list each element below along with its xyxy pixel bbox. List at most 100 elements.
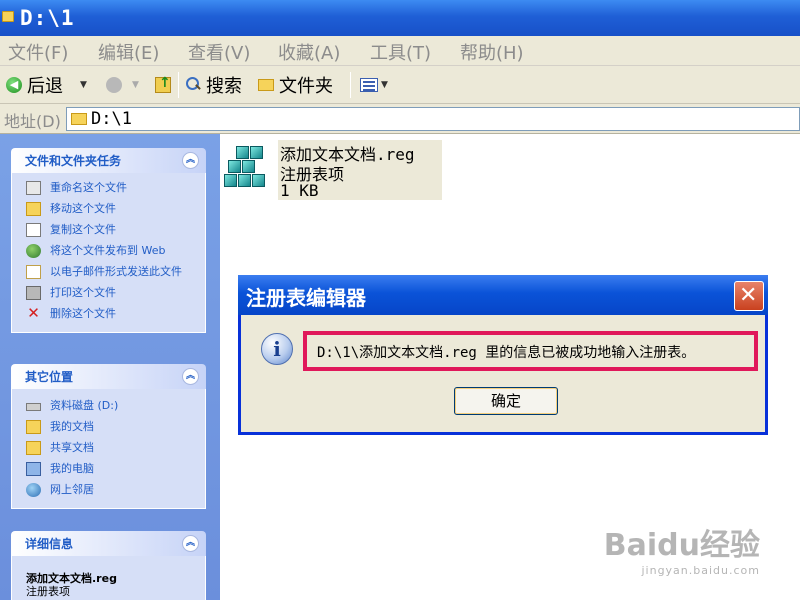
place-label: 网上邻居 (50, 483, 94, 496)
window-title: D:\1 (20, 6, 75, 30)
search-icon (186, 77, 202, 93)
email-icon (26, 265, 41, 279)
chevron-down-icon: ▼ (132, 80, 139, 90)
info-icon: i (261, 333, 293, 365)
menu-view[interactable]: 查看(V) (188, 39, 250, 65)
task-email[interactable]: 以电子邮件形式发送此文件 (12, 263, 205, 284)
up-button[interactable] (155, 66, 171, 104)
collapse-chevron-icon[interactable]: ︽ (182, 535, 199, 552)
search-label: 搜索 (206, 76, 242, 97)
place-label: 资料磁盘 (D:) (50, 399, 119, 412)
forward-dropdown[interactable]: ▼ (132, 66, 139, 104)
watermark: Baidu经验 jingyan.baidu.com (604, 520, 760, 577)
back-arrow-icon: ◀ (6, 77, 22, 93)
watermark-logo: Baidu经验 (603, 528, 760, 563)
panel-header[interactable]: 详细信息 ︽ (11, 531, 206, 556)
details-file-name: 添加文本文档.reg (26, 572, 117, 585)
publish-web-icon (26, 244, 41, 258)
chevron-down-icon: ▼ (80, 80, 87, 90)
views-button[interactable]: ▼ (360, 66, 388, 104)
registry-editor-dialog: 注册表编辑器 ✕ i D:\1\添加文本文档.reg 里的信息已被成功地输入注册… (238, 275, 768, 435)
toolbar-separator (350, 72, 351, 98)
task-label: 删除这个文件 (50, 307, 116, 320)
file-tasks-panel: 文件和文件夹任务 ︽ 重命名这个文件 移动这个文件 复制这个文件 将这个文件发布… (11, 148, 206, 333)
task-label: 移动这个文件 (50, 202, 116, 215)
address-bar: 地址(D) D:\1 (0, 104, 800, 134)
delete-icon: ✕ (27, 304, 40, 322)
registry-file-icon (222, 144, 272, 194)
menu-favorites[interactable]: 收藏(A) (278, 39, 340, 65)
back-button[interactable]: ◀ 后退 (6, 66, 63, 104)
back-label: 后退 (27, 76, 63, 97)
dialog-title-bar[interactable]: 注册表编辑器 ✕ (238, 275, 768, 315)
dialog-message: D:\1\添加文本文档.reg 里的信息已被成功地输入注册表。 (317, 345, 696, 361)
address-label: 地址(D) (4, 112, 61, 131)
toolbar: ◀ 后退 ▼ ▼ 搜索 文件夹 ▼ (0, 66, 800, 104)
task-move[interactable]: 移动这个文件 (12, 200, 205, 221)
panel-header[interactable]: 文件和文件夹任务 ︽ (11, 148, 206, 173)
panel-title: 详细信息 (25, 537, 74, 551)
menu-bar: 文件(F) 编辑(E) 查看(V) 收藏(A) 工具(T) 帮助(H) (0, 36, 800, 66)
search-button[interactable]: 搜索 (186, 66, 242, 104)
place-my-documents[interactable]: 我的文档 (12, 418, 205, 439)
place-drive[interactable]: 资料磁盘 (D:) (12, 397, 205, 418)
message-highlight-box: D:\1\添加文本文档.reg 里的信息已被成功地输入注册表。 (303, 331, 758, 371)
task-delete[interactable]: ✕ 删除这个文件 (12, 305, 205, 326)
folder-icon (2, 11, 14, 22)
task-print[interactable]: 打印这个文件 (12, 284, 205, 305)
task-label: 重命名这个文件 (50, 181, 127, 194)
my-computer-icon (26, 462, 41, 476)
address-value: D:\1 (91, 109, 132, 129)
chevron-down-icon: ▼ (381, 80, 388, 90)
address-field[interactable]: D:\1 (66, 107, 800, 131)
rename-icon (26, 181, 41, 195)
details-panel: 详细信息 ︽ 添加文本文档.reg 注册表项 (11, 531, 206, 600)
place-label: 共享文档 (50, 441, 94, 454)
views-icon (360, 78, 378, 92)
drive-icon (26, 403, 41, 411)
task-copy[interactable]: 复制这个文件 (12, 221, 205, 242)
dialog-title: 注册表编辑器 (246, 286, 366, 310)
task-pane: 文件和文件夹任务 ︽ 重命名这个文件 移动这个文件 复制这个文件 将这个文件发布… (0, 134, 220, 600)
place-network[interactable]: 网上邻居 (12, 481, 205, 502)
forward-arrow-icon (106, 77, 122, 93)
toolbar-separator (178, 72, 179, 98)
task-publish-web[interactable]: 将这个文件发布到 Web (12, 242, 205, 263)
shared-documents-icon (26, 441, 41, 455)
menu-help[interactable]: 帮助(H) (460, 39, 524, 65)
task-rename[interactable]: 重命名这个文件 (12, 179, 205, 200)
forward-button[interactable] (106, 66, 122, 104)
back-dropdown[interactable]: ▼ (80, 66, 87, 104)
ok-button[interactable]: 确定 (454, 387, 558, 415)
copy-icon (26, 223, 41, 237)
my-documents-icon (26, 420, 41, 434)
folders-icon (258, 79, 274, 91)
close-icon: ✕ (739, 283, 758, 308)
panel-title: 文件和文件夹任务 (25, 154, 122, 168)
place-label: 我的文档 (50, 420, 94, 433)
move-icon (26, 202, 41, 216)
menu-tools[interactable]: 工具(T) (370, 39, 431, 65)
folder-up-icon (155, 75, 171, 93)
folder-icon (71, 113, 87, 125)
details-file-type: 注册表项 (26, 585, 70, 598)
task-label: 将这个文件发布到 Web (50, 244, 166, 257)
window-title-bar[interactable]: D:\1 (0, 0, 800, 36)
place-my-computer[interactable]: 我的电脑 (12, 460, 205, 481)
menu-edit[interactable]: 编辑(E) (98, 39, 159, 65)
file-size: 1 KB (280, 181, 319, 200)
place-label: 我的电脑 (50, 462, 94, 475)
collapse-chevron-icon[interactable]: ︽ (182, 368, 199, 385)
folders-button[interactable]: 文件夹 (258, 66, 333, 104)
panel-header[interactable]: 其它位置 ︽ (11, 364, 206, 389)
collapse-chevron-icon[interactable]: ︽ (182, 152, 199, 169)
panel-body: 重命名这个文件 移动这个文件 复制这个文件 将这个文件发布到 Web 以电子邮件… (11, 173, 206, 333)
watermark-url: jingyan.baidu.com (641, 564, 760, 577)
panel-body: 资料磁盘 (D:) 我的文档 共享文档 我的电脑 网上邻居 (11, 389, 206, 509)
panel-title: 其它位置 (25, 370, 74, 384)
place-shared-documents[interactable]: 共享文档 (12, 439, 205, 460)
task-label: 以电子邮件形式发送此文件 (50, 265, 182, 278)
menu-file[interactable]: 文件(F) (8, 39, 68, 65)
close-button[interactable]: ✕ (734, 281, 764, 311)
folders-label: 文件夹 (279, 76, 333, 97)
